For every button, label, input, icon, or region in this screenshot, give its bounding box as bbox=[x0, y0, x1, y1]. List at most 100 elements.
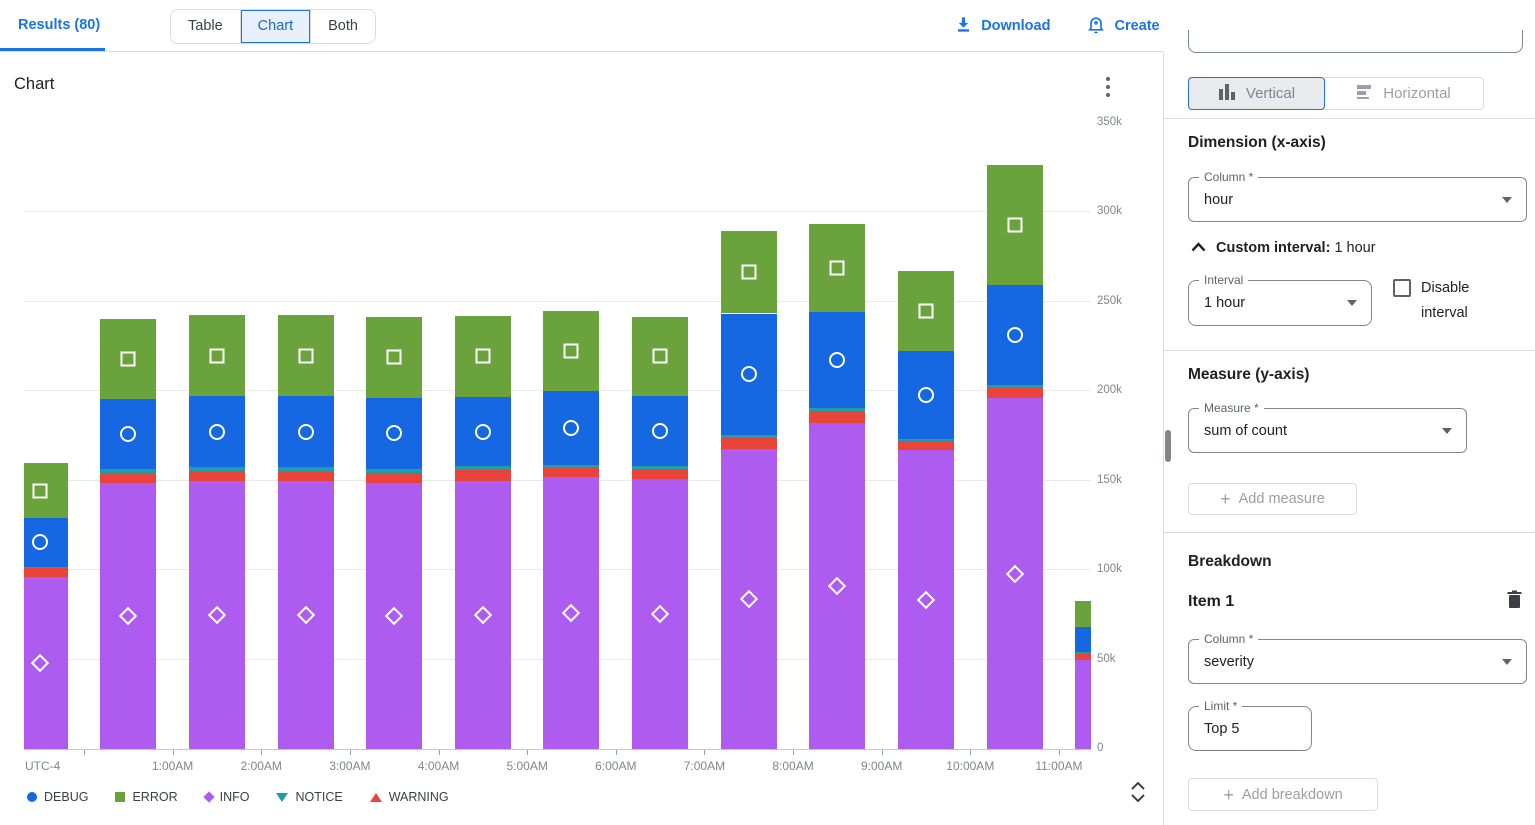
stacked-bar[interactable] bbox=[100, 319, 156, 749]
interval-select[interactable]: Interval 1 hour bbox=[1188, 280, 1372, 326]
bar-segment-error[interactable] bbox=[543, 311, 599, 391]
bar-segment-info[interactable] bbox=[189, 481, 245, 749]
disable-interval-checkbox[interactable] bbox=[1393, 279, 1411, 297]
bar-segment-debug[interactable] bbox=[1075, 627, 1091, 651]
stacked-bar[interactable] bbox=[543, 311, 599, 749]
stacked-bar[interactable] bbox=[632, 317, 688, 749]
orientation-horizontal-button[interactable]: Horizontal bbox=[1324, 77, 1484, 110]
bar-segment-error[interactable] bbox=[1075, 601, 1091, 627]
bar-segment-debug[interactable] bbox=[632, 396, 688, 466]
bar-segment-debug[interactable] bbox=[898, 351, 954, 439]
stacked-bar[interactable] bbox=[898, 271, 954, 749]
bar-segment-info[interactable] bbox=[543, 477, 599, 749]
bar-segment-notice[interactable] bbox=[543, 465, 599, 469]
bar-segment-info[interactable] bbox=[278, 481, 334, 749]
orientation-vertical-button[interactable]: Vertical bbox=[1188, 77, 1325, 110]
legend-item-warning[interactable]: WARNING bbox=[370, 790, 449, 804]
stacked-bar[interactable] bbox=[721, 231, 777, 749]
bar-segment-debug[interactable] bbox=[189, 396, 245, 468]
breakdown-column-select[interactable]: Column * severity bbox=[1188, 639, 1527, 684]
bar-segment-info[interactable] bbox=[721, 449, 777, 749]
bar-segment-notice[interactable] bbox=[987, 385, 1043, 388]
bar-segment-info[interactable] bbox=[809, 423, 865, 749]
bar-segment-error[interactable] bbox=[898, 271, 954, 351]
bar-segment-info[interactable] bbox=[100, 483, 156, 749]
bar-segment-warning[interactable] bbox=[1075, 652, 1091, 659]
bar-segment-notice[interactable] bbox=[721, 435, 777, 438]
bar-segment-info[interactable] bbox=[455, 481, 511, 749]
dimension-column-select[interactable]: Column * hour bbox=[1188, 177, 1527, 222]
stacked-bar[interactable] bbox=[809, 224, 865, 749]
bar-segment-notice[interactable] bbox=[632, 466, 688, 470]
breakdown-limit-field[interactable]: Limit * Top 5 bbox=[1188, 706, 1312, 751]
bar-segment-notice[interactable] bbox=[189, 467, 245, 471]
legend-item-error[interactable]: ERROR bbox=[115, 790, 177, 804]
measure-select[interactable]: Measure * sum of count bbox=[1188, 408, 1467, 453]
bar-segment-warning[interactable] bbox=[189, 471, 245, 481]
bar-segment-notice[interactable] bbox=[24, 567, 68, 569]
bar-segment-error[interactable] bbox=[278, 315, 334, 395]
bar-segment-debug[interactable] bbox=[543, 391, 599, 464]
download-button[interactable]: Download bbox=[954, 15, 1050, 38]
bar-segment-info[interactable] bbox=[898, 450, 954, 749]
bar-segment-debug[interactable] bbox=[100, 399, 156, 469]
bar-segment-error[interactable] bbox=[455, 316, 511, 396]
bar-segment-warning[interactable] bbox=[898, 441, 954, 450]
bar-segment-warning[interactable] bbox=[632, 469, 688, 479]
bar-segment-warning[interactable] bbox=[987, 388, 1043, 399]
legend-item-info[interactable]: INFO bbox=[205, 790, 250, 804]
view-toggle-both[interactable]: Both bbox=[310, 10, 375, 43]
stacked-bar[interactable] bbox=[24, 463, 68, 749]
stacked-bar[interactable] bbox=[1075, 601, 1091, 749]
stacked-bar[interactable] bbox=[455, 316, 511, 749]
bar-segment-info[interactable] bbox=[1075, 660, 1091, 749]
add-breakdown-button[interactable]: + Add breakdown bbox=[1188, 778, 1378, 811]
bar-segment-notice[interactable] bbox=[278, 467, 334, 471]
bar-segment-warning[interactable] bbox=[809, 411, 865, 424]
bar-segment-warning[interactable] bbox=[721, 438, 777, 449]
stacked-bar[interactable] bbox=[278, 315, 334, 749]
panel-scrollbar-thumb[interactable] bbox=[1165, 430, 1171, 462]
bar-segment-warning[interactable] bbox=[278, 471, 334, 481]
bar-segment-error[interactable] bbox=[987, 165, 1043, 285]
legend-item-notice[interactable]: NOTICE bbox=[276, 790, 342, 804]
view-toggle-chart[interactable]: Chart bbox=[240, 10, 310, 43]
stacked-bar[interactable] bbox=[366, 317, 422, 749]
chart-menu-kebab-icon[interactable] bbox=[1100, 73, 1116, 101]
bar-segment-notice[interactable] bbox=[1075, 652, 1091, 653]
bar-segment-error[interactable] bbox=[100, 319, 156, 399]
delete-breakdown-icon[interactable] bbox=[1506, 590, 1523, 614]
bar-segment-info[interactable] bbox=[987, 398, 1043, 749]
view-toggle-table[interactable]: Table bbox=[171, 10, 240, 43]
stacked-bar[interactable] bbox=[189, 315, 245, 749]
bar-segment-debug[interactable] bbox=[366, 398, 422, 470]
bar-segment-warning[interactable] bbox=[24, 568, 68, 577]
bar-segment-info[interactable] bbox=[24, 577, 68, 749]
bar-segment-notice[interactable] bbox=[898, 439, 954, 442]
stacked-bar[interactable] bbox=[987, 165, 1043, 749]
bar-segment-debug[interactable] bbox=[278, 396, 334, 468]
bar-segment-warning[interactable] bbox=[366, 473, 422, 483]
bar-segment-info[interactable] bbox=[632, 479, 688, 749]
bar-segment-warning[interactable] bbox=[455, 470, 511, 481]
bar-segment-notice[interactable] bbox=[809, 408, 865, 411]
bar-segment-error[interactable] bbox=[721, 231, 777, 313]
bar-segment-error[interactable] bbox=[366, 317, 422, 397]
bar-segment-debug[interactable] bbox=[721, 314, 777, 436]
unfold-chart-icon[interactable] bbox=[1128, 781, 1148, 808]
custom-interval-toggle[interactable]: Custom interval: 1 hour bbox=[1191, 240, 1376, 256]
add-measure-button[interactable]: + Add measure bbox=[1188, 483, 1357, 515]
bar-segment-notice[interactable] bbox=[366, 469, 422, 473]
bar-segment-error[interactable] bbox=[632, 317, 688, 396]
bar-segment-error[interactable] bbox=[189, 315, 245, 395]
bar-segment-debug[interactable] bbox=[24, 518, 68, 566]
tab-results[interactable]: Results (80) bbox=[0, 0, 105, 51]
clipped-query-field[interactable] bbox=[1188, 30, 1523, 53]
bar-segment-error[interactable] bbox=[809, 224, 865, 312]
bar-segment-debug[interactable] bbox=[809, 312, 865, 409]
bar-segment-notice[interactable] bbox=[455, 466, 511, 470]
bar-segment-debug[interactable] bbox=[455, 397, 511, 467]
bar-segment-warning[interactable] bbox=[543, 468, 599, 477]
bar-segment-debug[interactable] bbox=[987, 285, 1043, 385]
bar-segment-notice[interactable] bbox=[100, 469, 156, 473]
